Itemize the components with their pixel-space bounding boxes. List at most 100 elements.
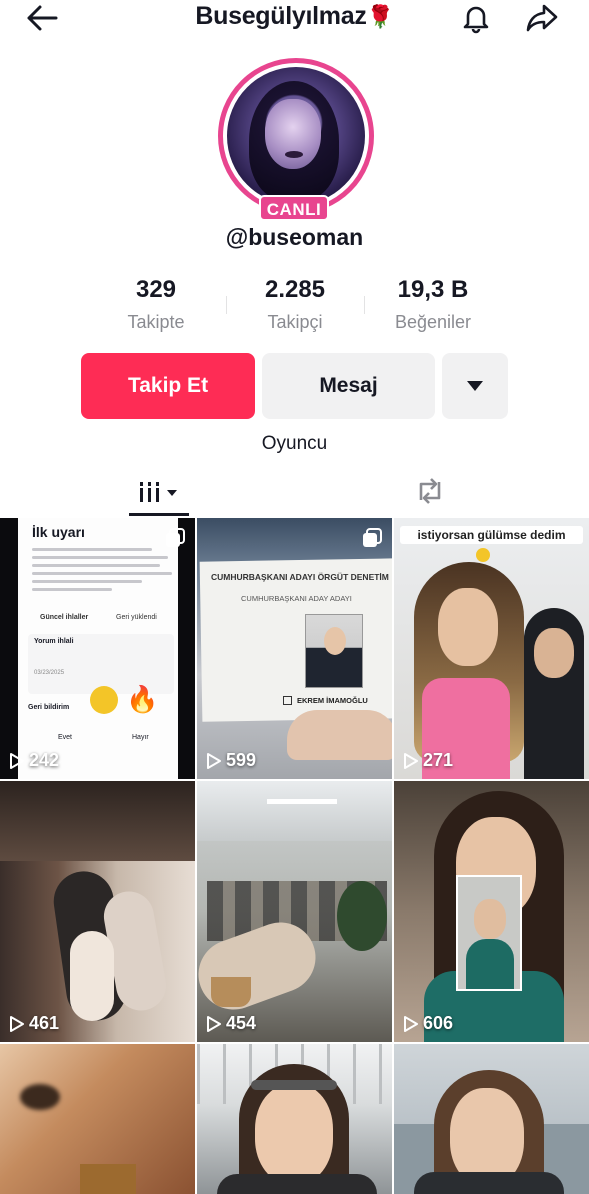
video-thumbnail[interactable]: 454 bbox=[197, 781, 392, 1042]
active-tab-indicator bbox=[129, 513, 189, 516]
top-bar: Busegülyılmaz🌹 bbox=[0, 0, 589, 40]
view-count: 599 bbox=[207, 750, 256, 771]
thumbnail-feedback: Geri bildirim bbox=[28, 704, 70, 711]
thumbnail-buttons: Evet Hayır bbox=[28, 730, 174, 746]
view-count: 606 bbox=[404, 1013, 453, 1034]
view-count-value: 454 bbox=[226, 1013, 257, 1033]
hand-shape bbox=[287, 710, 392, 760]
share-button[interactable] bbox=[522, 0, 562, 36]
wall-shape bbox=[0, 781, 195, 861]
view-count-value: 271 bbox=[423, 750, 454, 770]
notification-bell-button[interactable] bbox=[456, 0, 496, 36]
stat-value: 19,3 B bbox=[397, 276, 469, 303]
repost-icon bbox=[419, 478, 441, 504]
fire-icon: 🔥 bbox=[126, 684, 159, 714]
person-shape bbox=[70, 931, 114, 1021]
stat-divider bbox=[226, 296, 227, 314]
view-count-value: 242 bbox=[29, 750, 60, 770]
share-arrow-icon bbox=[526, 4, 558, 32]
play-icon bbox=[207, 1015, 221, 1032]
avatar-lips-shape bbox=[285, 151, 303, 158]
thumbnail-tab-1: Güncel ihlaller bbox=[40, 614, 89, 621]
bio-text: Oyuncu bbox=[261, 433, 328, 454]
view-count-value: 461 bbox=[29, 1013, 60, 1033]
person-face-shape bbox=[255, 1084, 333, 1184]
stat-label: Beğeniler bbox=[394, 312, 472, 332]
avatar bbox=[227, 67, 365, 205]
text-line bbox=[32, 572, 172, 575]
person-body-shape bbox=[217, 1174, 377, 1194]
thumbnail-card-title: Yorum ihlali bbox=[34, 638, 74, 645]
person-face-shape bbox=[438, 588, 498, 666]
emoji-face-icon bbox=[90, 686, 118, 714]
play-icon bbox=[10, 752, 24, 769]
thumbnail-subheader: CUMHURBAŞKANI ADAY ADAYI bbox=[241, 594, 352, 603]
video-thumbnail[interactable]: İlk uyarı Güncel ihlaller Geri yüklendi … bbox=[0, 518, 195, 779]
ceiling-shape bbox=[197, 781, 392, 841]
view-count-value: 599 bbox=[226, 750, 257, 770]
candidate-photo bbox=[305, 614, 363, 688]
text-line bbox=[32, 564, 160, 567]
rose-emoji: 🌹 bbox=[366, 4, 394, 29]
video-thumbnail[interactable] bbox=[394, 1044, 589, 1194]
username: @buseoman bbox=[225, 224, 364, 250]
multi-image-icon bbox=[166, 528, 185, 547]
avatar-face-shape bbox=[265, 99, 321, 169]
view-count: 454 bbox=[207, 1013, 256, 1034]
checkbox-shape bbox=[283, 696, 292, 705]
view-count-value: 606 bbox=[423, 1013, 454, 1033]
plant-shape bbox=[337, 881, 387, 951]
view-count: 461 bbox=[10, 1013, 59, 1034]
thumbnail-tab-2: Geri yüklendi bbox=[116, 614, 157, 621]
multi-image-icon bbox=[363, 528, 382, 547]
play-icon bbox=[404, 1015, 418, 1032]
thumbnail-yes: Evet bbox=[58, 734, 73, 741]
video-thumbnail[interactable]: istiyorsan gülümse dedim 271 bbox=[394, 518, 589, 779]
more-options-button[interactable] bbox=[442, 353, 508, 419]
video-thumbnail[interactable] bbox=[0, 1044, 195, 1194]
object-shape bbox=[80, 1164, 136, 1194]
candidate-name: EKREM İMAMOĞLU bbox=[297, 696, 368, 705]
ceiling-light-shape bbox=[267, 799, 337, 804]
thumbnail-header: CUMHURBAŞKANI ADAYI ÖRGÜT DENETİM bbox=[211, 572, 389, 582]
screenshot-preview: İlk uyarı Güncel ihlaller Geri yüklendi … bbox=[18, 518, 178, 779]
phone-photo-shape bbox=[456, 875, 522, 991]
thumbnail-heading: İlk uyarı bbox=[32, 524, 85, 540]
text-line bbox=[32, 548, 152, 551]
video-thumbnail[interactable] bbox=[197, 1044, 392, 1194]
back-button[interactable] bbox=[22, 0, 62, 36]
content-tabs bbox=[0, 466, 589, 516]
text-line bbox=[32, 588, 112, 591]
view-count: 242 bbox=[10, 750, 59, 771]
text-line bbox=[32, 580, 142, 583]
video-thumbnail[interactable]: 606 bbox=[394, 781, 589, 1042]
stat-followers[interactable]: 2.285 Takipçi bbox=[235, 276, 355, 333]
stat-label: Takipte bbox=[127, 312, 185, 332]
stat-divider bbox=[364, 296, 365, 314]
stat-likes[interactable]: 19,3 B Beğeniler bbox=[373, 276, 493, 333]
smile-emoji-icon bbox=[476, 548, 490, 562]
stat-label: Takipçi bbox=[267, 312, 323, 332]
follow-button[interactable]: Takip Et bbox=[81, 353, 255, 419]
live-badge[interactable]: CANLI bbox=[259, 195, 329, 221]
video-thumbnail[interactable]: 461 bbox=[0, 781, 195, 1042]
tab-videos[interactable] bbox=[128, 466, 188, 516]
tab-reposts[interactable] bbox=[400, 466, 460, 516]
caret-down-icon bbox=[467, 381, 483, 391]
profile-avatar-live-ring[interactable] bbox=[218, 58, 374, 214]
view-count: 271 bbox=[404, 750, 453, 771]
stat-following[interactable]: 329 Takipte bbox=[96, 276, 216, 333]
profile-display-name: Busegülyılmaz bbox=[195, 2, 367, 30]
grid-bars-icon bbox=[140, 482, 177, 502]
video-thumbnail[interactable]: CUMHURBAŞKANI ADAYI ÖRGÜT DENETİM CUMHUR… bbox=[197, 518, 392, 779]
thumbnail-no: Hayır bbox=[132, 734, 149, 741]
arrow-left-icon bbox=[27, 5, 58, 31]
thumbnail-tabs: Güncel ihlaller Geri yüklendi bbox=[32, 612, 172, 626]
play-icon bbox=[404, 752, 418, 769]
page-title: Busegülyılmaz🌹 bbox=[120, 2, 469, 31]
stat-value: 2.285 bbox=[264, 276, 326, 303]
blur-shape bbox=[20, 1084, 60, 1110]
second-person-face-shape bbox=[534, 628, 574, 678]
video-caption: istiyorsan gülümse dedim bbox=[400, 526, 583, 544]
message-button[interactable]: Mesaj bbox=[262, 353, 435, 419]
